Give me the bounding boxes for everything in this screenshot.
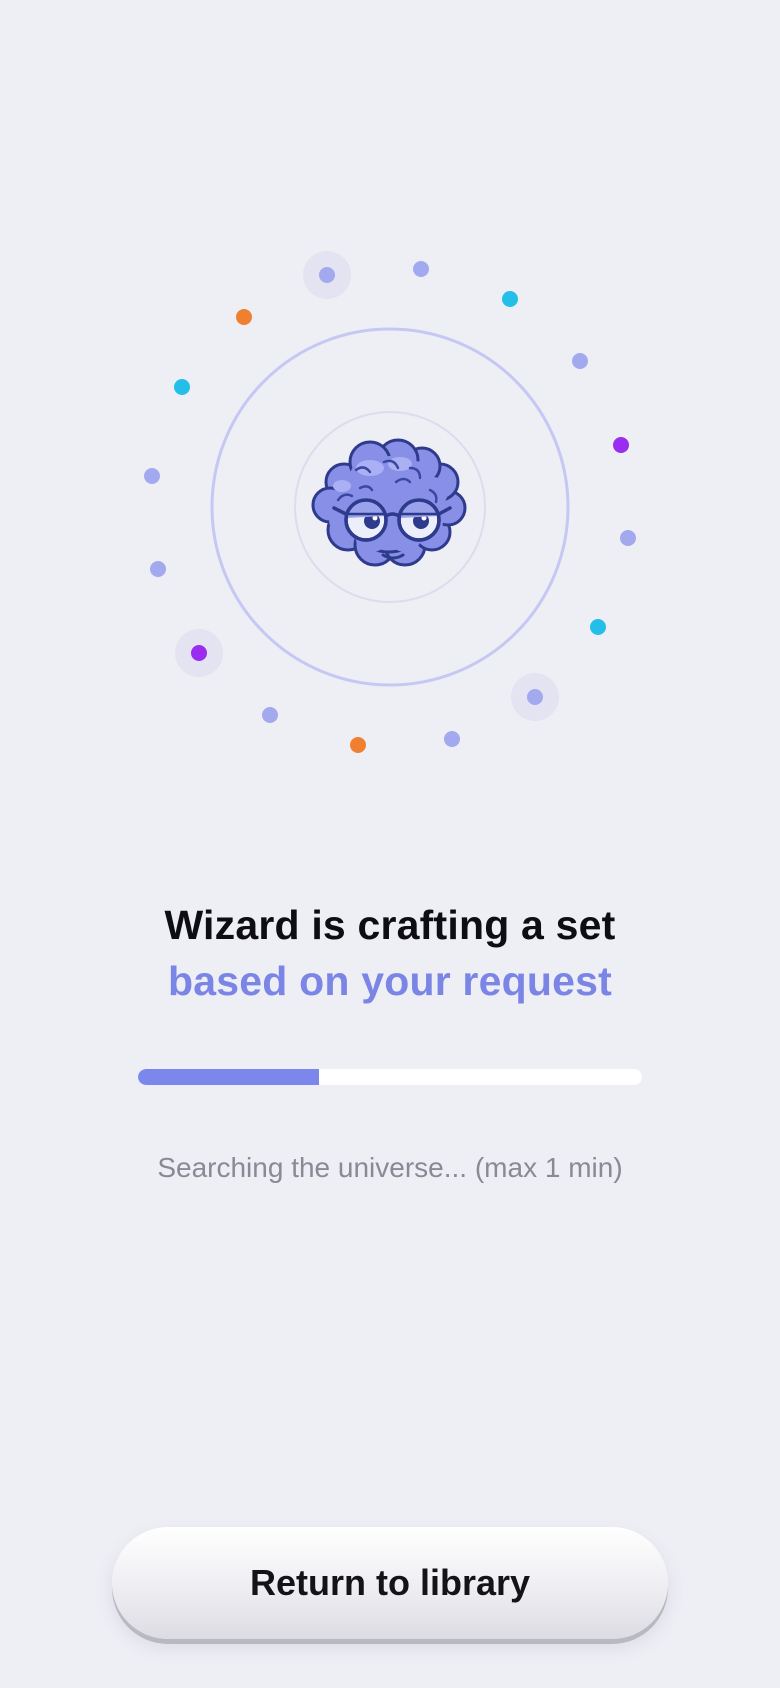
status-text: Searching the universe... (max 1 min) — [157, 1152, 623, 1183]
loading-animation — [0, 0, 780, 800]
orbit-dot — [613, 437, 629, 453]
brain-with-glasses-icon — [311, 438, 467, 567]
orbit-dot — [174, 379, 190, 395]
orbit-dot — [590, 619, 606, 635]
headline-subtitle: based on your request — [168, 958, 612, 1004]
orbit-dot — [620, 530, 636, 546]
return-to-library-button[interactable]: Return to library — [112, 1527, 668, 1639]
orbit-dot — [502, 291, 518, 307]
orbit-dot — [191, 645, 207, 661]
orbit-dot — [572, 353, 588, 369]
orbit-dot — [144, 468, 160, 484]
orbit-dot — [527, 689, 543, 705]
headline-title: Wizard is crafting a set — [164, 902, 616, 948]
orbit-dot — [444, 731, 460, 747]
orbit-dot — [350, 737, 366, 753]
orbit-dot — [262, 707, 278, 723]
progress-fill — [138, 1069, 320, 1085]
orbit-graphic — [144, 251, 636, 753]
progress-bar — [138, 1069, 642, 1085]
orbit-dot — [413, 261, 429, 277]
orbit-dot — [236, 309, 252, 325]
orbit-dot — [319, 267, 335, 283]
orbit-dot — [150, 561, 166, 577]
